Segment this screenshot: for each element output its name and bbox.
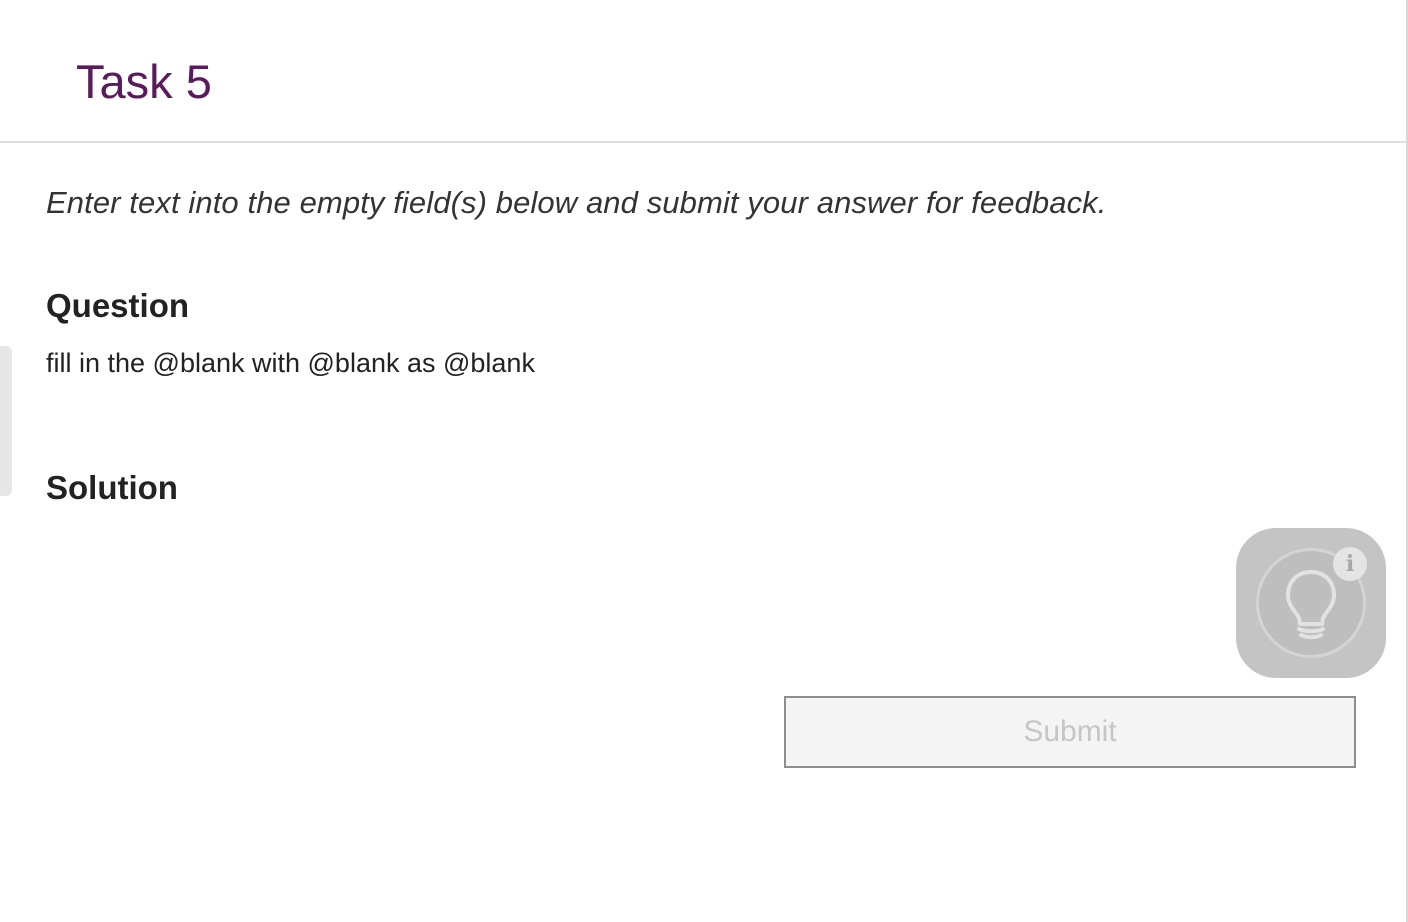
solution-heading: Solution <box>46 469 178 506</box>
task-page: Task 5 Enter text into the empty field(s… <box>0 0 1408 922</box>
question-text: fill in the @blank with @blank as @blank <box>46 348 535 378</box>
side-panel-tab[interactable] <box>0 346 12 496</box>
hint-button[interactable]: i <box>1236 528 1386 678</box>
question-heading: Question <box>46 287 190 324</box>
info-icon[interactable]: i <box>1333 547 1367 581</box>
page-title: Task 5 <box>76 55 212 108</box>
task-instructions: Enter text into the empty field(s) below… <box>46 185 1107 220</box>
submit-button[interactable]: Submit <box>784 696 1356 768</box>
task-header: Task 5 <box>0 0 1406 143</box>
lightbulb-icon <box>1286 570 1336 640</box>
